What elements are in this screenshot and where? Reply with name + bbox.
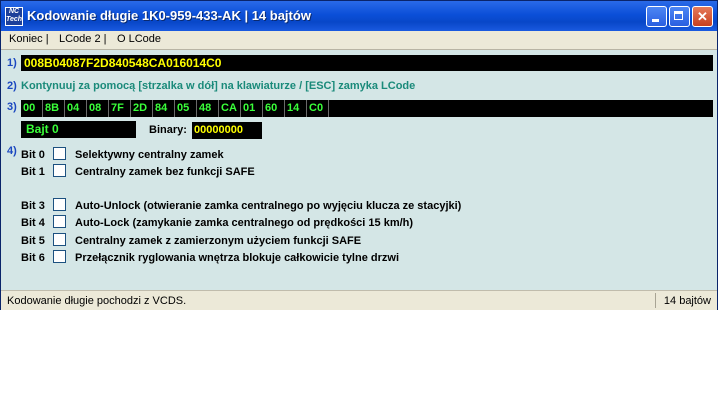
byte-cell[interactable]: 7F (109, 100, 131, 117)
byte-cell[interactable]: 48 (197, 100, 219, 117)
bit-checkbox[interactable] (53, 233, 66, 246)
window-title: Kodowanie długie 1K0-959-433-AK | 14 baj… (27, 8, 311, 23)
bit-checkbox[interactable] (53, 198, 66, 211)
byte-strip: 00 8B 04 08 7F 2D 84 05 48 CA 01 60 14 C… (21, 100, 713, 117)
maximize-button[interactable] (669, 6, 690, 27)
section-number-4: 4) (7, 145, 17, 157)
section-number-2: 2) (7, 80, 17, 92)
content-area: 1) 008B04087F2D840548CA016014C0 2) Konty… (1, 50, 717, 290)
app-icon: NC Tech (5, 7, 23, 26)
byte-cell[interactable]: 14 (285, 100, 307, 117)
binary-label: Binary: (149, 124, 187, 136)
bit-description: Selektywny centralny zamek (75, 149, 224, 161)
bit-label: Bit 5 (21, 235, 45, 247)
byte-cell[interactable]: 60 (263, 100, 285, 117)
status-bar: Kodowanie długie pochodzi z VCDS. 14 baj… (1, 290, 717, 310)
bit-checkbox[interactable] (53, 215, 66, 228)
title-bar[interactable]: NC Tech Kodowanie długie 1K0-959-433-AK … (1, 1, 717, 31)
byte-cell[interactable]: 8B (43, 100, 65, 117)
bit-label: Bit 1 (21, 166, 45, 178)
bit-label: Bit 4 (21, 217, 45, 229)
bit-label: Bit 3 (21, 200, 45, 212)
bit-description: Auto-Unlock (otwieranie zamka centralneg… (75, 200, 462, 212)
byte-cell[interactable]: 84 (153, 100, 175, 117)
maximize-icon (674, 11, 683, 20)
byte-cell[interactable]: 04 (65, 100, 87, 117)
bit-checkbox[interactable] (53, 147, 66, 160)
bit-checkbox[interactable] (53, 250, 66, 263)
byte-cell[interactable]: 08 (87, 100, 109, 117)
byte-cell[interactable]: 00 (21, 100, 43, 117)
section-number-1: 1) (7, 57, 17, 69)
byte-cell[interactable]: C0 (307, 100, 329, 117)
main-window: NC Tech Kodowanie długie 1K0-959-433-AK … (0, 0, 718, 310)
bit-checkbox[interactable] (53, 164, 66, 177)
close-button[interactable]: ✕ (692, 6, 713, 27)
binary-value-field[interactable]: 00000000 (192, 122, 262, 139)
navigation-hint: Kontynuuj za pomocą [strzalka w dół] na … (21, 80, 416, 92)
menu-koniec[interactable]: Koniec | (9, 33, 49, 45)
minimize-icon (652, 19, 659, 22)
bit-description: Centralny zamek bez funkcji SAFE (75, 166, 255, 178)
menu-o-lcode[interactable]: O LCode (117, 33, 161, 45)
bit-description: Centralny zamek z zamierzonym użyciem fu… (75, 235, 362, 247)
minimize-button[interactable] (646, 6, 667, 27)
coding-string-field[interactable]: 008B04087F2D840548CA016014C0 (21, 55, 713, 71)
byte-cell[interactable]: CA (219, 100, 241, 117)
status-byte-count: 14 bajtów (663, 295, 711, 307)
bit-label: Bit 0 (21, 149, 45, 161)
bit-description: Auto-Lock (zamykanie zamka centralnego o… (75, 217, 414, 229)
bit-description: Przełącznik ryglowania wnętrza blokuje c… (75, 252, 399, 264)
byte-cell[interactable]: 05 (175, 100, 197, 117)
menu-lcode2[interactable]: LCode 2 | (59, 33, 107, 45)
selected-byte-label: Bajt 0 (21, 121, 136, 138)
byte-cell[interactable]: 2D (131, 100, 153, 117)
close-icon: ✕ (697, 9, 708, 24)
byte-cell[interactable]: 01 (241, 100, 263, 117)
menu-bar: Koniec | LCode 2 | O LCode (1, 31, 717, 50)
status-message: Kodowanie długie pochodzi z VCDS. (7, 295, 187, 307)
section-number-3: 3) (7, 101, 17, 113)
bit-label: Bit 6 (21, 252, 45, 264)
status-divider (655, 293, 656, 308)
